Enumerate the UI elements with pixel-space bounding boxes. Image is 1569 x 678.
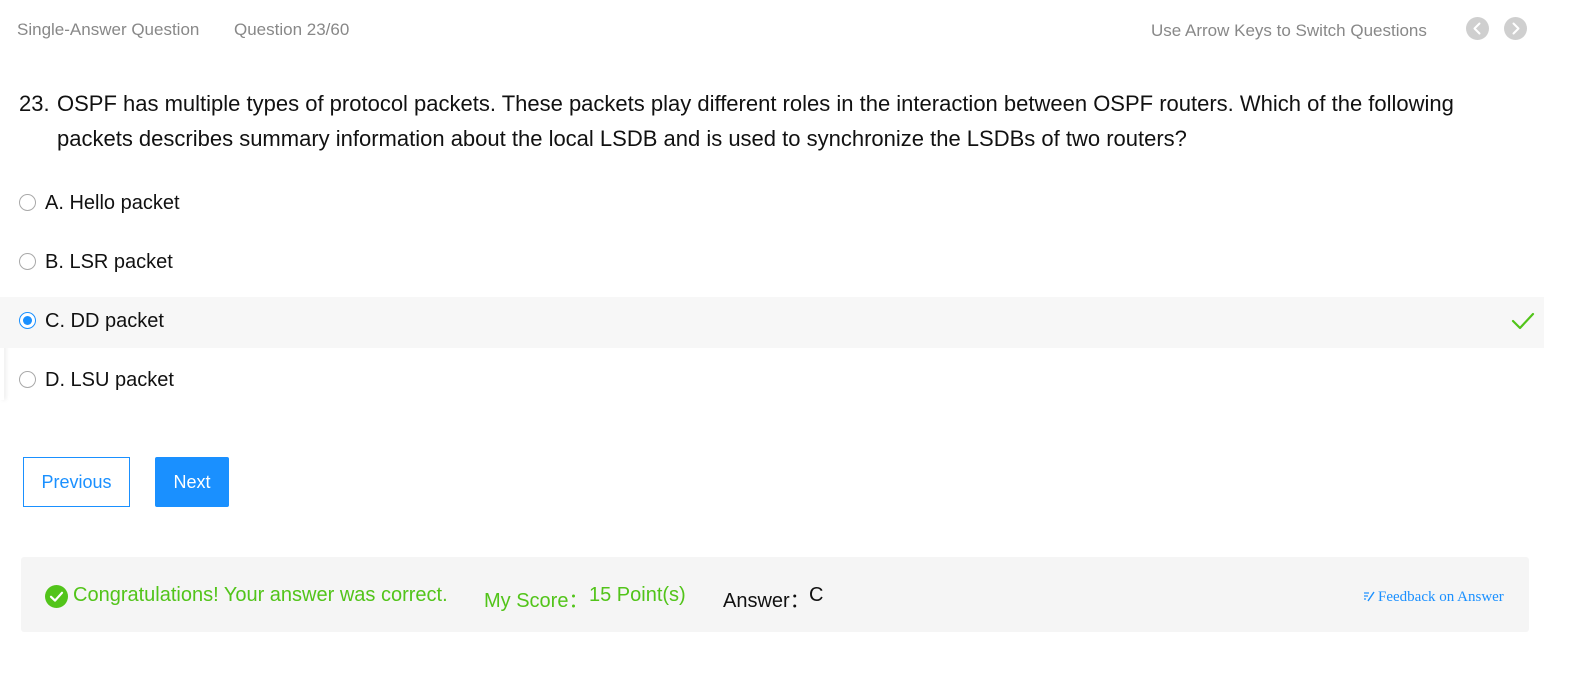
- option-label: C. DD packet: [45, 310, 164, 332]
- question-stem: 23. OSPF has multiple types of protocol …: [19, 86, 1509, 156]
- feedback-on-answer-link[interactable]: Feedback on Answer: [1363, 589, 1504, 606]
- question-text: OSPF has multiple types of protocol pack…: [57, 91, 1454, 151]
- answer-value: C: [809, 584, 824, 606]
- radio-button[interactable]: [19, 253, 36, 270]
- success-check-circle-icon: [45, 585, 68, 608]
- option-c[interactable]: C. DD packet: [0, 297, 1544, 348]
- question-type-label: Single-Answer Question: [17, 20, 200, 39]
- option-d[interactable]: D. LSU packet: [0, 356, 1544, 407]
- arrow-keys-hint: Use Arrow Keys to Switch Questions: [1151, 21, 1427, 40]
- edit-feedback-icon: [1364, 591, 1375, 602]
- next-question-button[interactable]: [1504, 17, 1527, 40]
- previous-question-button[interactable]: [1466, 17, 1489, 40]
- score-value: 15 Point(s): [589, 584, 686, 606]
- score-label: My Score：: [484, 590, 589, 612]
- answer-label: Answer：: [723, 590, 810, 612]
- radio-button[interactable]: [19, 194, 36, 211]
- feedback-link-label: Feedback on Answer: [1378, 589, 1504, 605]
- question-number: 23.: [19, 91, 50, 116]
- checkmark-icon: [1511, 312, 1535, 330]
- chevron-left-icon: [1473, 22, 1481, 35]
- option-b[interactable]: B. LSR packet: [0, 238, 1544, 289]
- chevron-right-icon: [1512, 22, 1520, 35]
- radio-button-selected[interactable]: [19, 312, 36, 329]
- option-label: B. LSR packet: [45, 251, 173, 273]
- option-label: D. LSU packet: [45, 369, 174, 391]
- next-button[interactable]: Next: [155, 457, 229, 507]
- question-header: Single-Answer Question Question 23/60 Us…: [0, 0, 1569, 60]
- question-counter: Question 23/60: [234, 20, 350, 39]
- previous-button[interactable]: Previous: [23, 457, 130, 507]
- result-message: Congratulations! Your answer was correct…: [73, 584, 448, 606]
- answer-result-panel: Congratulations! Your answer was correct…: [21, 557, 1529, 632]
- option-label: A. Hello packet: [45, 192, 180, 214]
- radio-dot: [23, 316, 32, 325]
- radio-button[interactable]: [19, 371, 36, 388]
- option-a[interactable]: A. Hello packet: [0, 179, 1544, 230]
